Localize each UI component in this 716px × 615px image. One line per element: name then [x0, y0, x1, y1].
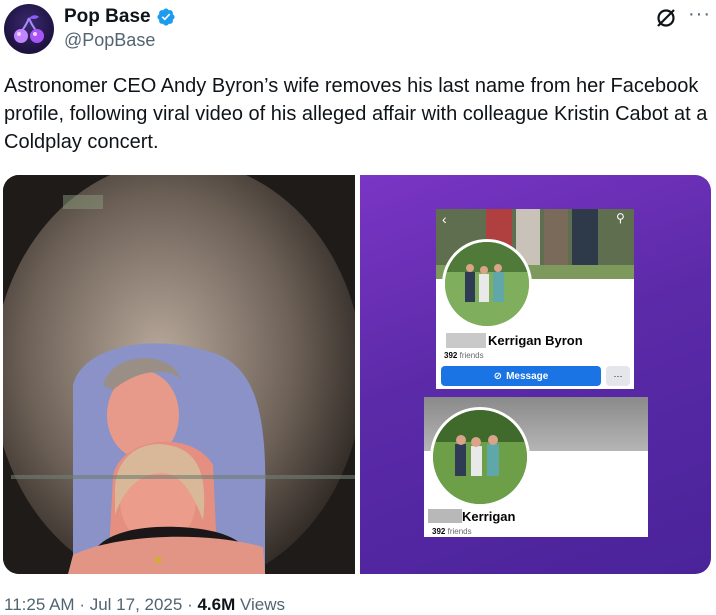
facebook-profile-name: Kerrigan: [462, 509, 516, 524]
author-avatar[interactable]: [4, 4, 54, 54]
tweet-media[interactable]: ‹ ⚲ Kerrigan Byron 392 friends ⊘ Message…: [3, 175, 711, 574]
back-chevron-icon[interactable]: ‹: [442, 211, 447, 227]
facebook-friends-count: 392 friends: [432, 527, 472, 536]
tweet-text: Astronomer CEO Andy Byron’s wife removes…: [4, 75, 708, 153]
tweet-meta-footer: 11:25 AM · Jul 17, 2025 · 4.6M Views: [4, 595, 285, 615]
messenger-icon: ⊘: [493, 370, 503, 382]
facebook-profile-picture: [442, 239, 532, 329]
author-handle[interactable]: @PopBase: [64, 30, 155, 51]
redacted-name-bar: [446, 333, 486, 348]
author-name-row[interactable]: Pop Base: [64, 5, 176, 29]
facebook-friends-count: 392 friends: [444, 351, 484, 360]
facebook-screenshots-collage[interactable]: ‹ ⚲ Kerrigan Byron 392 friends ⊘ Message…: [360, 175, 711, 574]
separator-dot: ·: [79, 595, 90, 614]
separator-dot: ·: [187, 595, 198, 614]
facebook-message-button[interactable]: ⊘ Message: [441, 366, 601, 386]
verified-badge-icon: [157, 8, 175, 26]
more-horizontal-icon[interactable]: ···: [688, 4, 711, 24]
concert-photo-illustration: [3, 175, 355, 574]
author-display-name[interactable]: Pop Base: [64, 6, 151, 28]
views-label: Views: [240, 595, 286, 614]
grok-icon[interactable]: [654, 6, 678, 30]
facebook-profile-name: Kerrigan Byron: [488, 333, 583, 348]
facebook-profile-picture: [430, 407, 530, 507]
concert-kiss-cam-photo[interactable]: [3, 175, 355, 574]
facebook-profile-card-before: ‹ ⚲ Kerrigan Byron 392 friends ⊘ Message…: [436, 209, 634, 389]
facebook-more-button[interactable]: ···: [606, 366, 630, 386]
cherry-logo-icon: [14, 15, 44, 43]
tweet-header: Pop Base @PopBase ···: [0, 0, 716, 60]
tweet-time[interactable]: 11:25 AM: [4, 595, 75, 614]
tweet-date[interactable]: Jul 17, 2025: [90, 595, 183, 614]
redacted-name-bar: [428, 509, 462, 523]
views-count: 4.6M: [197, 595, 236, 614]
facebook-profile-card-after: Kerrigan 392 friends: [424, 397, 648, 537]
search-icon[interactable]: ⚲: [616, 211, 625, 225]
